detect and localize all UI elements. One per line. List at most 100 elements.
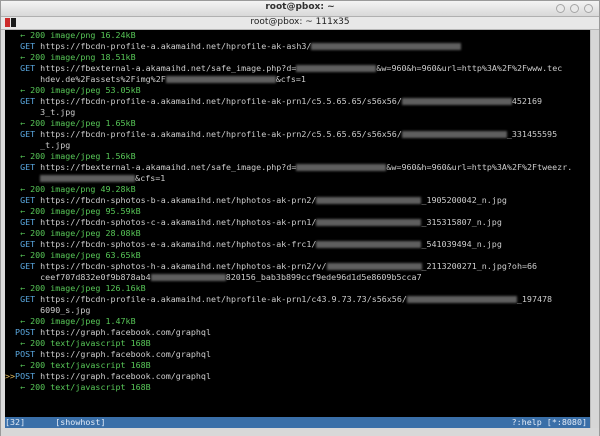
window-title: root@pbox: ~ [265,2,335,12]
focus-marker [5,349,15,359]
redacted-text [401,131,507,138]
response-info: ← 200 image/jpeg 126.16kB [15,283,146,293]
http-method: GET [15,195,41,205]
request-url: https://graph.facebook.com/graphql [40,327,211,337]
request-url: https://fbcdn-profile-a.akamaihd.net/hpr… [40,96,402,106]
focus-marker [5,173,15,183]
flow-continuation-line: _t.jpg [5,140,70,151]
flow-response-line: ← 200 image/jpeg 1.47kB [5,316,136,327]
http-method: GET [15,96,41,106]
focus-marker [5,107,15,117]
focus-marker [5,327,15,337]
status-right: ?:help [*:8080] [511,417,587,427]
request-url-tail: _315315807_n.jpg [421,217,502,227]
tab-title[interactable]: root@pbox: ~ 111x35 [1,17,599,27]
focus-marker [5,184,15,194]
request-url: https://fbcdn-profile-a.akamaihd.net/hpr… [40,41,312,51]
request-url: 3_t.jpg [15,107,76,117]
flow-request-line[interactable]: GET https://fbcdn-profile-a.akamaihd.net… [5,129,557,140]
http-method: GET [15,217,41,227]
focus-marker [5,151,15,161]
focus-marker [5,217,15,227]
request-url-tail: _197478 [516,294,553,304]
flow-request-line[interactable]: POST https://graph.facebook.com/graphql [5,349,211,360]
flow-response-line: ← 200 image/jpeg 63.65kB [5,250,141,261]
close-button[interactable] [584,4,593,13]
flow-request-line[interactable]: GET https://fbcdn-sphotos-e-a.akamaihd.n… [5,239,502,250]
request-url-tail: 820156_bab3b899ccf9ede96d1d5e8609b5cca7 [225,272,422,282]
redacted-text [40,175,136,182]
request-url: https://fbcdn-sphotos-b-a.akamaihd.net/h… [40,195,317,205]
http-method: POST [15,349,41,359]
focus-marker [5,41,15,51]
flow-request-line[interactable]: GET https://fbexternal-a.akamaihd.net/sa… [5,63,562,74]
focus-marker [5,382,15,392]
focus-marker [5,338,15,348]
request-url-tail: _331455595 [506,129,558,139]
request-url: https://fbexternal-a.akamaihd.net/safe_i… [40,162,297,172]
request-url: https://fbcdn-sphotos-e-a.akamaihd.net/h… [40,239,317,249]
flow-request-line[interactable]: GET https://fbcdn-profile-a.akamaihd.net… [5,294,552,305]
response-info: ← 200 image/jpeg 1.56kB [15,151,136,161]
focus-marker [5,250,15,260]
scrollbar[interactable] [590,30,599,428]
redacted-text [401,98,512,105]
request-url-tail: &cfs=1 [135,173,166,183]
redacted-text [296,164,387,171]
flow-response-line: ← 200 image/png 18.51kB [5,52,136,63]
response-info: ← 200 image/jpeg 63.65kB [15,250,141,260]
focus-marker [5,206,15,216]
focus-marker [5,261,15,271]
flow-request-line[interactable]: >>POST https://graph.facebook.com/graphq… [5,371,211,382]
response-info: ← 200 image/png 16.24kB [15,30,136,40]
http-method: POST [15,371,41,381]
title-bar[interactable]: root@pbox: ~ [1,1,599,17]
http-method: GET [15,41,41,51]
request-url-tail: _2113200271_n.jpg?oh=66 [421,261,538,271]
flow-response-line: ← 200 text/javascript 168B [5,338,151,349]
response-info: ← 200 image/jpeg 1.65kB [15,118,136,128]
flow-response-line: ← 200 image/jpeg 126.16kB [5,283,146,294]
focus-marker [5,316,15,326]
focus-marker [5,85,15,95]
flow-response-line: ← 200 image/jpeg 28.08kB [5,228,141,239]
flow-request-line[interactable]: GET https://fbcdn-sphotos-c-a.akamaihd.n… [5,217,502,228]
flow-request-line[interactable]: GET https://fbexternal-a.akamaihd.net/sa… [5,162,572,173]
request-url: https://fbcdn-sphotos-c-a.akamaihd.net/h… [40,217,317,227]
response-info: ← 200 image/jpeg 28.08kB [15,228,141,238]
flow-request-line[interactable]: POST https://graph.facebook.com/graphql [5,327,211,338]
flow-response-line: ← 200 text/javascript 168B [5,382,151,393]
flow-request-line[interactable]: GET https://fbcdn-sphotos-h-a.akamaihd.n… [5,261,537,272]
maximize-button[interactable] [570,4,579,13]
flow-continuation-line: &cfs=1 [5,173,165,184]
mitmproxy-flow-list[interactable]: ← 200 image/png 16.24kB GET https://fbcd… [5,30,590,428]
flow-request-line[interactable]: GET https://fbcdn-profile-a.akamaihd.net… [5,96,542,107]
focus-marker [5,195,15,205]
focus-marker [5,30,15,40]
response-info: ← 200 image/jpeg 1.47kB [15,316,136,326]
http-method: GET [15,261,41,271]
flow-continuation-line: hdev.de%2Fassets%2Fimg%2F &cfs=1 [5,74,306,85]
flow-request-line[interactable]: GET https://fbcdn-sphotos-b-a.akamaihd.n… [5,195,507,206]
request-url [15,173,40,183]
request-url: ceef707d832e0f9b878ab4 [15,272,151,282]
tab-bar: root@pbox: ~ 111x35 [1,17,599,30]
focus-marker [5,305,15,315]
flow-request-line[interactable]: GET https://fbcdn-profile-a.akamaihd.net… [5,41,462,52]
request-url: https://graph.facebook.com/graphql [40,371,211,381]
focus-marker [5,74,15,84]
request-url: hdev.de%2Fassets%2Fimg%2F [15,74,166,84]
minimize-button[interactable] [556,4,565,13]
flow-continuation-line: ceef707d832e0f9b878ab4 820156_bab3b899ccf… [5,272,422,283]
http-method: GET [15,294,41,304]
flow-response-line: ← 200 image/jpeg 1.56kB [5,151,136,162]
focus-marker [5,129,15,139]
status-bar: [32] [showhost] ?:help [*:8080] [5,417,590,428]
flow-continuation-line: 3_t.jpg [5,107,75,118]
response-info: ← 200 image/jpeg 53.05kB [15,85,141,95]
request-url-tail: _1905200042_n.jpg [421,195,507,205]
focus-marker [5,283,15,293]
redacted-text [406,296,517,303]
flow-continuation-line: 6090_s.jpg [5,305,90,316]
focus-marker [5,228,15,238]
